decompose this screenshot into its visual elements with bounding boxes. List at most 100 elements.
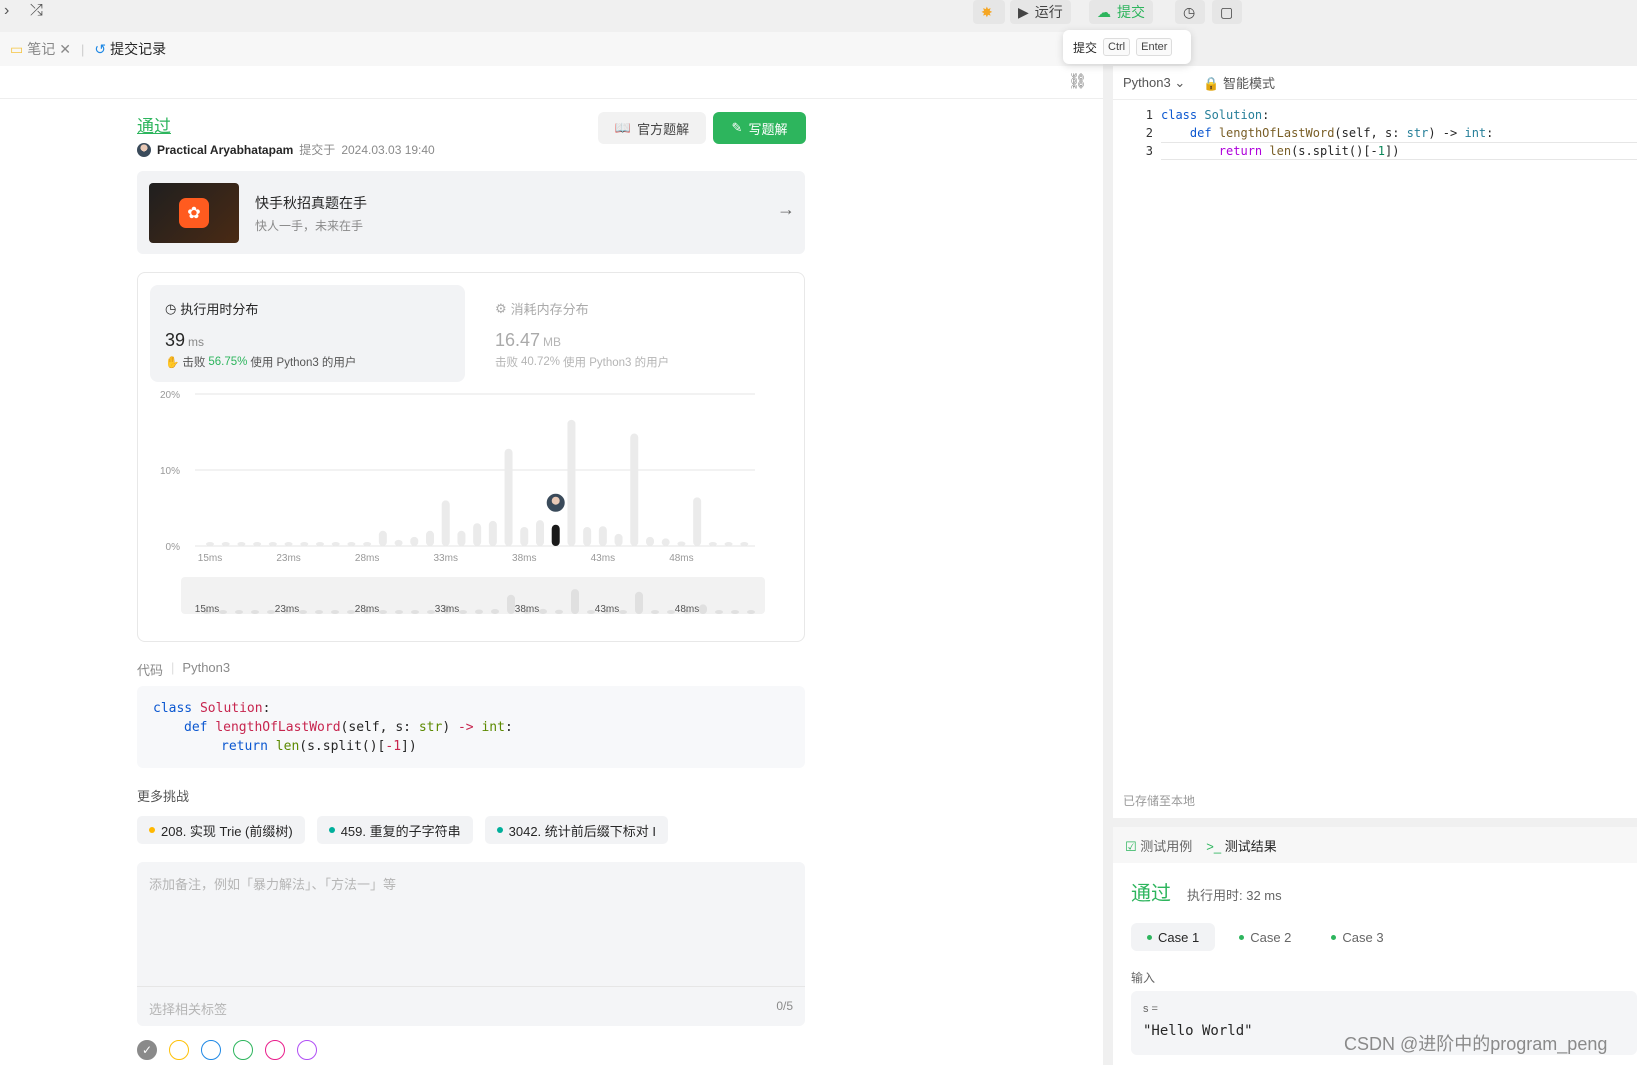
chart-bar <box>583 527 592 546</box>
navigator-bar <box>379 610 387 614</box>
navigator-bar <box>299 610 307 614</box>
memory-beat-suffix: 使用 Python3 的用户 <box>563 357 670 369</box>
navigator-bar <box>411 610 419 614</box>
chart-bar <box>724 542 733 546</box>
tag-count: 0/5 <box>776 999 793 1013</box>
navigator-bar <box>491 609 499 614</box>
chart-bar <box>536 520 544 546</box>
result-runtime: 执行用时: 32 ms <box>1187 888 1282 903</box>
runtime-value: 39 <box>165 330 186 350</box>
runtime-unit: ms <box>188 335 205 349</box>
tab-divider: | <box>80 41 85 57</box>
color-green[interactable] <box>233 1040 253 1060</box>
avatar[interactable] <box>137 142 151 157</box>
case-tab[interactable]: Case 3 <box>1315 923 1399 951</box>
clock-icon: ◷ <box>165 300 177 316</box>
code-line: def lengthOfLastWord(self, s: str) -> in… <box>184 720 513 735</box>
chart-bar <box>457 530 466 546</box>
chart-bar <box>206 542 214 546</box>
arrow-right-icon: → <box>777 199 795 219</box>
memory-card[interactable]: ⚙ 消耗内存分布 16.47 MB 击败 40.72% 使用 Python3 的用… <box>480 285 780 382</box>
challenge-chip[interactable]: 459. 重复的子字符串 <box>316 816 473 844</box>
code-label-row: 代码 | Python3 <box>137 660 230 679</box>
navigator-bar <box>651 610 659 614</box>
kbd-ctrl: Ctrl <box>1103 38 1131 56</box>
case-tab[interactable]: Case 1 <box>1131 923 1216 951</box>
case-tab[interactable]: Case 2 <box>1223 923 1307 951</box>
memory-beat-pct: 40.72% <box>521 356 561 368</box>
cloud-upload-icon: ☁ <box>1097 3 1111 20</box>
note-button[interactable]: ▢ <box>1212 0 1242 24</box>
language-select[interactable]: Python3 ⌄ <box>1123 75 1185 91</box>
navigator-bar <box>331 610 339 614</box>
play-icon: ▶ <box>1018 3 1029 20</box>
chart-bar <box>268 542 277 546</box>
color-gray-selected[interactable]: ✓ <box>137 1040 157 1060</box>
submit-button[interactable]: ☁ 提交 <box>1089 0 1153 24</box>
close-icon[interactable]: ✕ <box>59 41 71 58</box>
color-blue[interactable] <box>201 1040 221 1060</box>
tab-submissions-label: 提交记录 <box>110 41 167 57</box>
color-pink[interactable] <box>265 1040 285 1060</box>
color-purple[interactable] <box>297 1040 317 1060</box>
chart-bar <box>677 541 686 546</box>
navigator-bar <box>731 610 739 614</box>
x-tick-label: 28ms <box>355 553 379 564</box>
write-solution-label: 写题解 <box>748 121 788 137</box>
write-solution-button[interactable]: ✎ 写题解 <box>713 112 806 144</box>
official-solution-button[interactable]: 📖 官方题解 <box>598 112 706 144</box>
tag-select[interactable]: 选择相关标签 <box>149 999 227 1018</box>
chart-bar <box>708 542 717 546</box>
panel-splitter[interactable] <box>1103 32 1113 1065</box>
challenge-chip-label: 459. 重复的子字符串 <box>340 823 461 839</box>
banner-title: 快手秋招真题在手 <box>255 195 367 211</box>
code-label: 代码 <box>137 663 164 678</box>
chart-bar <box>520 527 529 546</box>
submitted-time: 2024.03.03 19:40 <box>341 142 435 157</box>
tab-test-cases[interactable]: ☑ 测试用例 <box>1125 836 1192 855</box>
line-number: 1 <box>1145 108 1153 122</box>
chart-bar <box>221 542 230 546</box>
runtime-beat-suffix: 使用 Python3 的用户 <box>250 357 357 369</box>
chart-bar <box>253 542 262 546</box>
line-number: 3 <box>1145 144 1153 158</box>
input-value: "Hello World" <box>1143 1023 1253 1039</box>
case-label: Case 3 <box>1342 929 1384 945</box>
note-input[interactable]: 添加备注，例如「暴力解法」、「方法一」等 <box>149 874 396 893</box>
color-yellow[interactable] <box>169 1040 189 1060</box>
challenge-chip[interactable]: 3042. 统计前后缀下标对 I <box>484 816 668 844</box>
input-variable: s = <box>1143 1003 1158 1015</box>
chevron-right-icon[interactable]: › <box>4 2 9 20</box>
submit-tooltip: 提交 Ctrl Enter <box>1063 30 1191 64</box>
lock-icon: 🔒 <box>1203 76 1220 91</box>
promo-banner[interactable]: ✿ 快手秋招真题在手 快人一手，未来在手 → <box>137 171 805 254</box>
top-toolbar: › ⤮ ✸ ▶ 运行 ☁ 提交 ◷ ▢ <box>0 0 1637 32</box>
memory-value-row: 16.47 MB <box>495 330 765 351</box>
smart-mode-toggle[interactable]: 🔒 智能模式 <box>1203 73 1275 92</box>
navigator-bar <box>555 609 563 614</box>
chart-bar <box>614 533 623 546</box>
navigator-tick-label: 28ms <box>355 604 379 615</box>
chevron-down-icon: ⌄ <box>1174 74 1186 90</box>
chart-bar <box>378 530 387 546</box>
tab-notes[interactable]: ▭ 笔记 ✕ <box>10 39 71 59</box>
case-tabs: Case 1 Case 2 Case 3 <box>1131 923 1400 951</box>
run-button[interactable]: ▶ 运行 <box>1010 0 1071 24</box>
code-line: return len(s.split()[-1]) <box>221 739 417 754</box>
runtime-card[interactable]: ◷ 执行用时分布 39 ms ✋ 击败 56.75% 使用 Python3 的用户 <box>150 285 465 382</box>
shuffle-icon[interactable]: ⤮ <box>30 2 43 20</box>
tab-submissions[interactable]: ↺ 提交记录 <box>94 39 166 59</box>
debug-button[interactable]: ✸ <box>973 0 1005 24</box>
code-editor: Python3 ⌄ 🔒 智能模式 1 2 3 class Solution: d… <box>1113 66 1637 818</box>
submit-label: 提交 <box>1117 4 1145 20</box>
user-name[interactable]: Practical Aryabhatapam <box>157 143 293 157</box>
challenge-chip[interactable]: 208. 实现 Trie (前缀树) <box>137 816 305 844</box>
alarm-button[interactable]: ◷ <box>1175 0 1205 24</box>
link-icon[interactable]: ⛓ <box>1068 72 1087 90</box>
tab-test-result[interactable]: >_ 测试结果 <box>1206 836 1276 855</box>
chart-bar <box>426 530 434 546</box>
memory-unit: MB <box>543 335 562 349</box>
navigator-bar <box>715 610 723 614</box>
navigator-bar <box>619 610 627 614</box>
navigator-bar <box>219 610 227 614</box>
